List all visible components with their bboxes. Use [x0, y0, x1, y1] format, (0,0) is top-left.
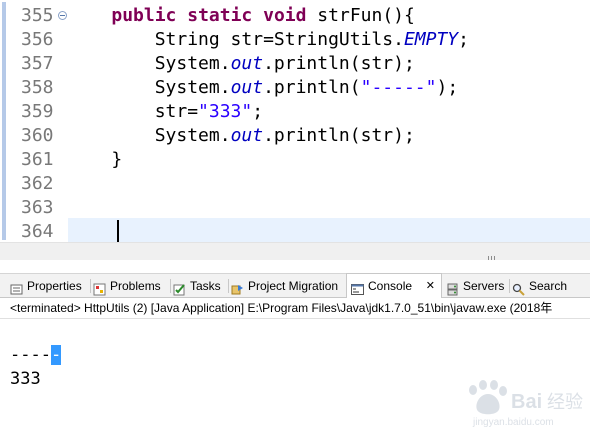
tab-search[interactable]: Search: [512, 274, 572, 298]
code-token: ;: [252, 101, 264, 122]
tab-label: Servers: [463, 279, 505, 293]
code-token: .println(str);: [263, 125, 415, 146]
console-output-line: 333: [10, 369, 41, 389]
console-output-line: -----: [10, 343, 62, 367]
view-tab-bar: Properties Problems Tasks Project Migration…: [0, 273, 590, 298]
line-number: 355: [21, 5, 54, 26]
console-selected-text: -: [50, 345, 62, 365]
servers-icon: [446, 280, 459, 296]
problems-icon: [93, 280, 106, 296]
line-number: 357: [21, 53, 54, 74]
keyword-token: public: [111, 5, 177, 26]
current-code-line[interactable]: [68, 218, 590, 242]
code-token: System.: [68, 125, 231, 146]
line-number: 362: [21, 173, 54, 194]
line-number: 359: [21, 101, 54, 122]
tab-separator: [170, 279, 171, 293]
tasks-icon: [173, 280, 186, 296]
code-line[interactable]: System.out.println(str);: [68, 124, 590, 148]
string-token: "-----": [360, 77, 437, 98]
line-number: 360: [21, 125, 54, 146]
code-line[interactable]: }: [68, 148, 590, 172]
code-editor[interactable]: public static void strFun(){ String str=…: [0, 0, 590, 242]
line-number: 361: [21, 149, 54, 170]
svg-text:jingyan.baidu.com: jingyan.baidu.com: [472, 417, 554, 428]
close-icon[interactable]: ✕: [426, 274, 435, 298]
code-token: );: [436, 77, 459, 98]
tab-separator: [90, 279, 91, 293]
svg-text:Bai: Bai: [511, 391, 542, 413]
text-caret: [117, 220, 119, 242]
tab-separator: [509, 279, 510, 293]
panel-gap: [0, 260, 590, 273]
field-token: out: [230, 125, 264, 146]
code-token: strFun(){: [306, 5, 415, 26]
line-number: 358: [21, 77, 54, 98]
project-migration-icon: [231, 280, 244, 295]
tab-label: Search: [529, 279, 568, 293]
code-token: }: [68, 149, 123, 170]
code-line[interactable]: String str=StringUtils.EMPTY;: [68, 28, 590, 52]
code-line[interactable]: [68, 196, 590, 220]
scrollbar-grip-icon[interactable]: [488, 249, 497, 262]
tab-label: Project Migration: [248, 279, 339, 293]
console-process-description: <terminated> HttpUtils (2) [Java Applica…: [10, 301, 553, 315]
console-output[interactable]: ----- 333: [10, 343, 62, 391]
field-token: out: [230, 53, 264, 74]
tab-problems[interactable]: Problems: [93, 274, 168, 298]
svg-text:经验: 经验: [547, 392, 583, 413]
tab-label: Problems: [110, 279, 161, 293]
line-number: 363: [21, 197, 54, 218]
tab-console[interactable]: Console ✕: [346, 273, 442, 298]
code-line[interactable]: str="333";: [68, 100, 590, 124]
change-ruler: [0, 0, 9, 242]
code-line[interactable]: [68, 172, 590, 196]
tab-project-migration[interactable]: Project Migration: [231, 274, 343, 298]
tab-label: Properties: [27, 279, 82, 293]
line-number: 364: [21, 221, 54, 242]
code-token: String str=StringUtils.: [68, 29, 404, 50]
tab-servers[interactable]: Servers: [446, 274, 506, 298]
code-token: .println(str);: [263, 53, 415, 74]
properties-icon: [10, 280, 23, 295]
console-text: ----: [10, 345, 51, 365]
field-token: out: [230, 77, 264, 98]
tab-tasks[interactable]: Tasks: [173, 274, 225, 298]
keyword-token: void: [263, 5, 307, 26]
keyword-token: static: [187, 5, 253, 26]
code-token: System.: [68, 77, 231, 98]
code-token: System.: [68, 53, 231, 74]
code-line[interactable]: System.out.println("-----");: [68, 76, 590, 100]
code-token: str=: [68, 101, 199, 122]
change-bar: [2, 2, 6, 240]
console-icon: [351, 280, 364, 295]
tab-label: Tasks: [190, 279, 221, 293]
editor-gutter: [9, 0, 21, 242]
string-token: "333": [198, 101, 253, 122]
tab-separator: [228, 279, 229, 293]
code-token: .println(: [263, 77, 361, 98]
field-token: EMPTY: [403, 29, 459, 50]
search-icon: [512, 280, 525, 296]
console-divider: [0, 318, 590, 319]
code-token: ;: [458, 29, 469, 50]
horizontal-scrollbar[interactable]: [0, 242, 590, 262]
tab-label: Console: [368, 279, 413, 293]
line-number: 356: [21, 29, 54, 50]
code-line[interactable]: System.out.println(str);: [68, 52, 590, 76]
code-line[interactable]: public static void strFun(){: [68, 4, 590, 28]
baidu-watermark-logo: Bai 经验 jingyan.baidu.com: [463, 378, 588, 430]
tab-properties[interactable]: Properties: [10, 274, 88, 298]
fold-collapse-icon[interactable]: [58, 11, 67, 20]
